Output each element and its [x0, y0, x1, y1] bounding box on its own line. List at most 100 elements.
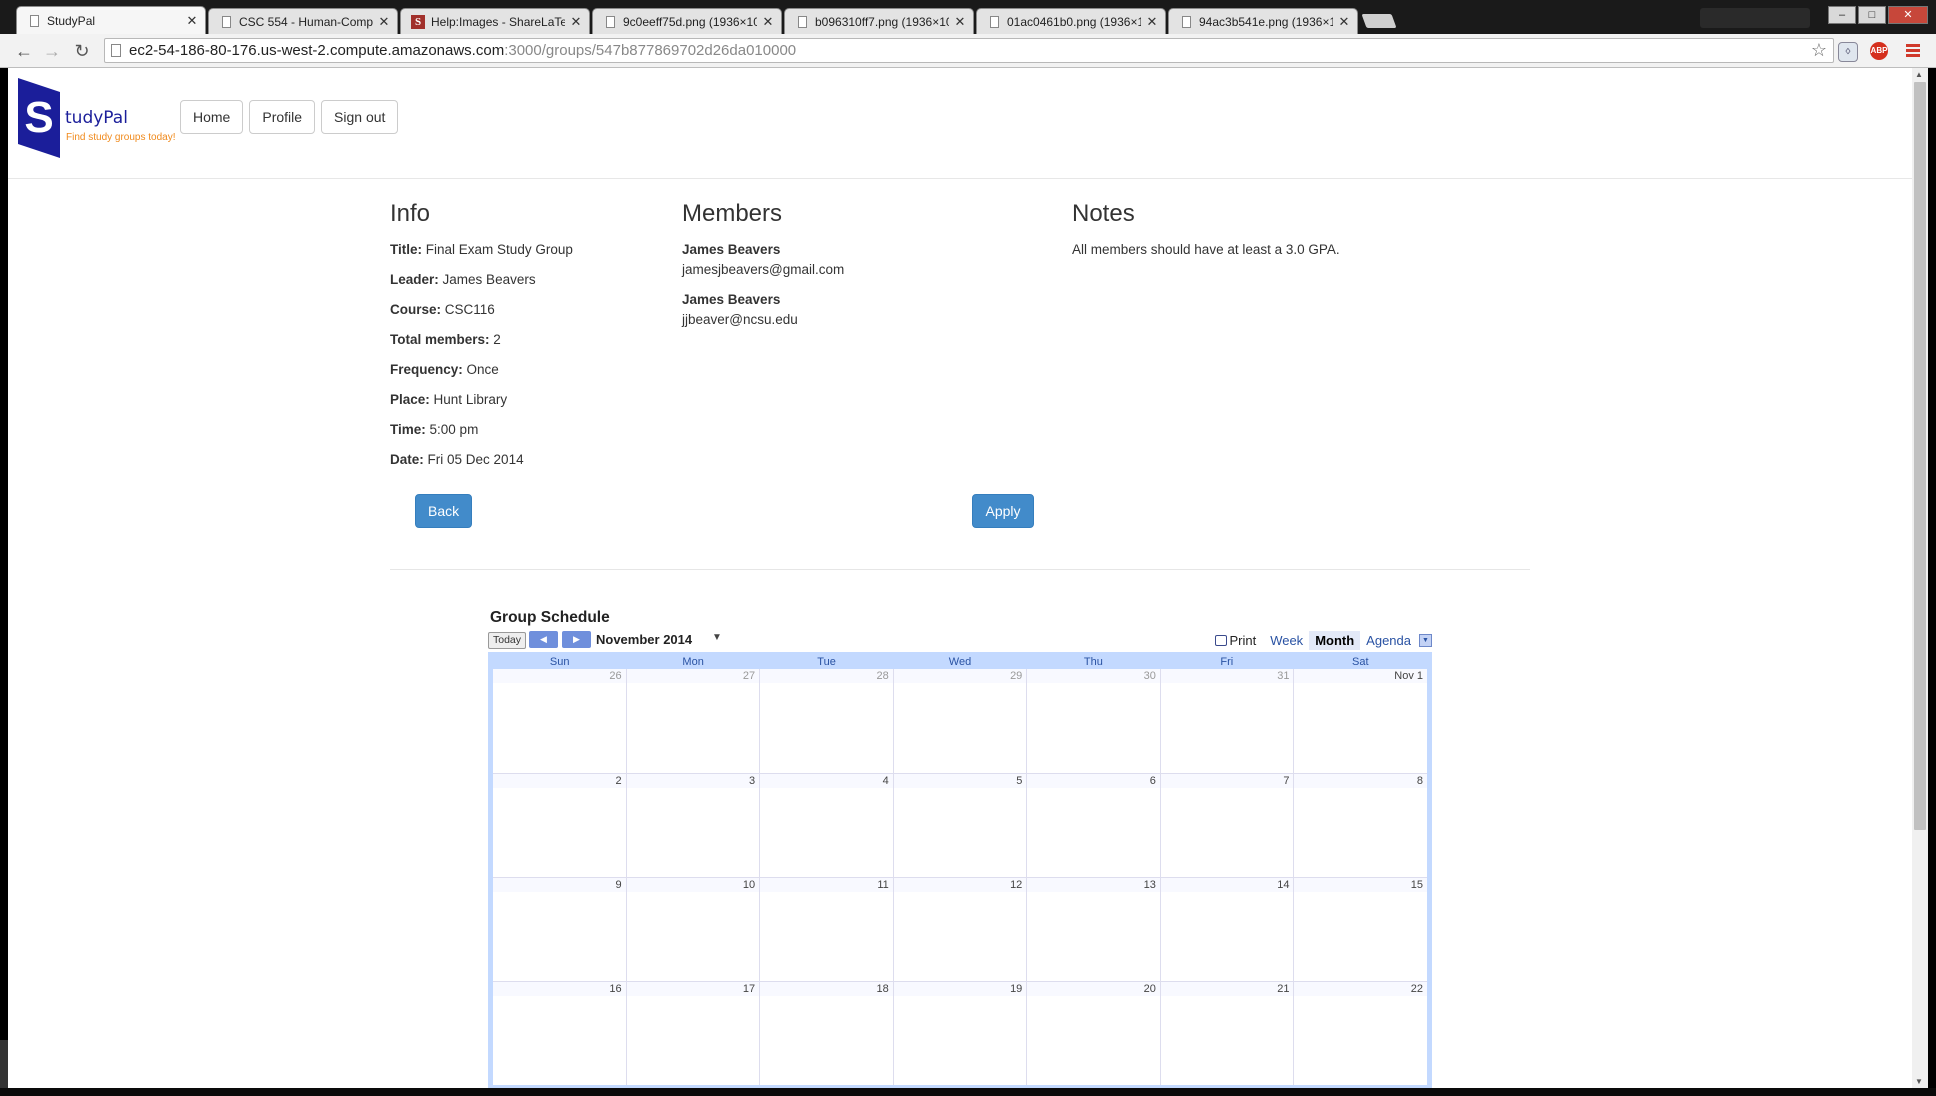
next-month-icon[interactable]: ▶ [562, 631, 591, 648]
tab-close-icon[interactable]: ✕ [953, 14, 967, 30]
weekday-label: Sat [1351, 656, 1369, 668]
scroll-up-icon[interactable]: ▲ [1915, 70, 1923, 79]
browser-tab[interactable]: CSC 554 - Human-Compu ✕ [208, 8, 398, 34]
browser-tab[interactable]: 94ac3b541e.png (1936×10 ✕ [1168, 8, 1358, 34]
calendar-day-cell[interactable]: 31 [1159, 669, 1294, 773]
calendar-day-cell[interactable]: 15 [1293, 878, 1428, 981]
tab-close-icon[interactable]: ✕ [185, 13, 199, 29]
calendar-day-cell[interactable]: 12 [892, 878, 1027, 981]
tab-title: 9c0eeff75d.png (1936×109 [623, 14, 757, 29]
tab-title: CSC 554 - Human-Compu [239, 14, 373, 29]
calendar-day-cell[interactable]: Nov 1 [1293, 669, 1428, 773]
weekday-label: Fri [1220, 656, 1234, 668]
calendar-day-cell[interactable]: 10 [625, 878, 760, 981]
calendar-day-cell[interactable]: 29 [892, 669, 1027, 773]
shield-extension-icon[interactable]: ♢ [1838, 42, 1858, 62]
current-month-label[interactable]: November 2014 [596, 632, 692, 647]
day-number: 28 [760, 669, 893, 683]
calendar-day-cell[interactable]: 19 [892, 982, 1027, 1085]
maximize-button[interactable]: □ [1858, 6, 1886, 24]
calendar-day-cell[interactable]: 26 [493, 669, 626, 773]
calendar-day-cell[interactable]: 28 [759, 669, 893, 773]
calendar-day-cell[interactable]: 18 [759, 982, 893, 1085]
sharelatex-icon: S [411, 14, 425, 29]
today-button[interactable]: Today [488, 632, 527, 649]
calendar-day-cell[interactable]: 3 [625, 774, 760, 877]
calendar-title: Group Schedule [490, 609, 610, 626]
calendar-day-cell[interactable]: 22 [1293, 982, 1428, 1085]
month-dropdown-icon[interactable]: ▼ [712, 632, 722, 643]
adblock-icon[interactable]: ABP [1870, 42, 1888, 60]
prev-month-icon[interactable]: ◀ [529, 631, 558, 648]
scroll-down-icon[interactable]: ▼ [1915, 1077, 1923, 1086]
calendar-day-cell[interactable]: 4 [759, 774, 893, 877]
day-number: 22 [1294, 982, 1428, 996]
browser-tab[interactable]: 9c0eeff75d.png (1936×109 ✕ [592, 8, 782, 34]
page-scrollbar[interactable]: ▲ ▼ [1912, 68, 1928, 1088]
tab-agenda[interactable]: Agenda [1360, 631, 1417, 650]
tab-month[interactable]: Month [1309, 630, 1361, 650]
back-button[interactable]: Back [415, 494, 472, 528]
calendar-day-cell[interactable]: 27 [625, 669, 760, 773]
calendar-day-cell[interactable]: 16 [493, 982, 626, 1085]
tab-week[interactable]: Week [1264, 631, 1309, 650]
tab-close-icon[interactable]: ✕ [1145, 14, 1159, 30]
bookmark-star-icon[interactable]: ☆ [1811, 39, 1827, 62]
home-button[interactable]: Home [180, 100, 244, 134]
day-number: 16 [493, 982, 626, 996]
calendar-day-cell[interactable]: 30 [1026, 669, 1160, 773]
day-number: 26 [493, 669, 626, 683]
profile-button[interactable]: Profile [249, 100, 316, 134]
new-tab-button[interactable] [1361, 14, 1397, 28]
calendar-day-cell[interactable]: 2 [493, 774, 626, 877]
calendar-day-cell[interactable]: 5 [892, 774, 1027, 877]
day-number: 18 [760, 982, 893, 996]
chrome-menu-icon[interactable] [1906, 44, 1920, 59]
browser-tab[interactable]: StudyPal ✕ [16, 6, 206, 34]
browser-tab[interactable]: S Help:Images - ShareLaTeX ✕ [400, 8, 590, 34]
day-number: 30 [1027, 669, 1160, 683]
calendar-day-cell[interactable]: 8 [1293, 774, 1428, 877]
member-name: James Beavers [682, 292, 781, 307]
tab-title: StudyPal [47, 13, 96, 28]
calendar-day-cell[interactable]: 7 [1159, 774, 1294, 877]
page-viewport: S tudyPal Find study groups today! Home … [8, 68, 1912, 1088]
sign-out-button[interactable]: Sign out [321, 100, 399, 134]
window-close-button[interactable]: ✕ [1888, 6, 1928, 24]
info-value: 5:00 pm [429, 422, 479, 437]
printer-icon [1215, 634, 1228, 646]
logo-tagline: Find study groups today! [66, 132, 176, 143]
day-number: 10 [626, 878, 760, 892]
browser-tab[interactable]: 01ac0461b0.png (1936×10 ✕ [976, 8, 1166, 34]
calendar-day-cell[interactable]: 11 [759, 878, 893, 981]
info-value: Fri 05 Dec 2014 [427, 452, 524, 467]
day-number: 29 [893, 669, 1027, 683]
minimize-button[interactable]: – [1828, 6, 1856, 24]
calendar-day-cell[interactable]: 9 [493, 878, 626, 981]
tab-close-icon[interactable]: ✕ [569, 14, 583, 30]
calendar-day-cell[interactable]: 14 [1159, 878, 1294, 981]
day-number: 13 [1027, 878, 1160, 892]
studypal-logo[interactable]: S tudyPal Find study groups today! [18, 78, 178, 158]
tab-close-icon[interactable]: ✕ [761, 14, 775, 30]
calendar-day-cell[interactable]: 21 [1159, 982, 1294, 1085]
tab-close-icon[interactable]: ✕ [377, 14, 391, 30]
calendar-day-cell[interactable]: 20 [1026, 982, 1160, 1085]
day-number: 20 [1027, 982, 1160, 996]
apply-button[interactable]: Apply [972, 494, 1034, 528]
back-arrow-icon[interactable]: ← [14, 41, 34, 61]
view-dropdown-icon[interactable]: ▼ [1419, 633, 1432, 647]
scrollbar-thumb[interactable] [1914, 82, 1926, 830]
day-number: 11 [760, 878, 893, 892]
browser-tab[interactable]: b096310ff7.png (1936×109 ✕ [784, 8, 974, 34]
forward-arrow-icon[interactable]: → [42, 41, 62, 61]
address-bar[interactable]: ec2-54-186-80-176.us-west-2.compute.amaz… [104, 38, 1834, 63]
tab-title: 94ac3b541e.png (1936×10 [1199, 14, 1333, 29]
tab-close-icon[interactable]: ✕ [1337, 14, 1351, 30]
calendar-day-cell[interactable]: 6 [1026, 774, 1160, 877]
calendar-day-cell[interactable]: 17 [625, 982, 760, 1085]
reload-icon[interactable]: ↻ [72, 41, 92, 61]
day-number: 12 [893, 878, 1027, 892]
calendar-day-cell[interactable]: 13 [1026, 878, 1160, 981]
print-button[interactable]: Print [1215, 633, 1256, 648]
